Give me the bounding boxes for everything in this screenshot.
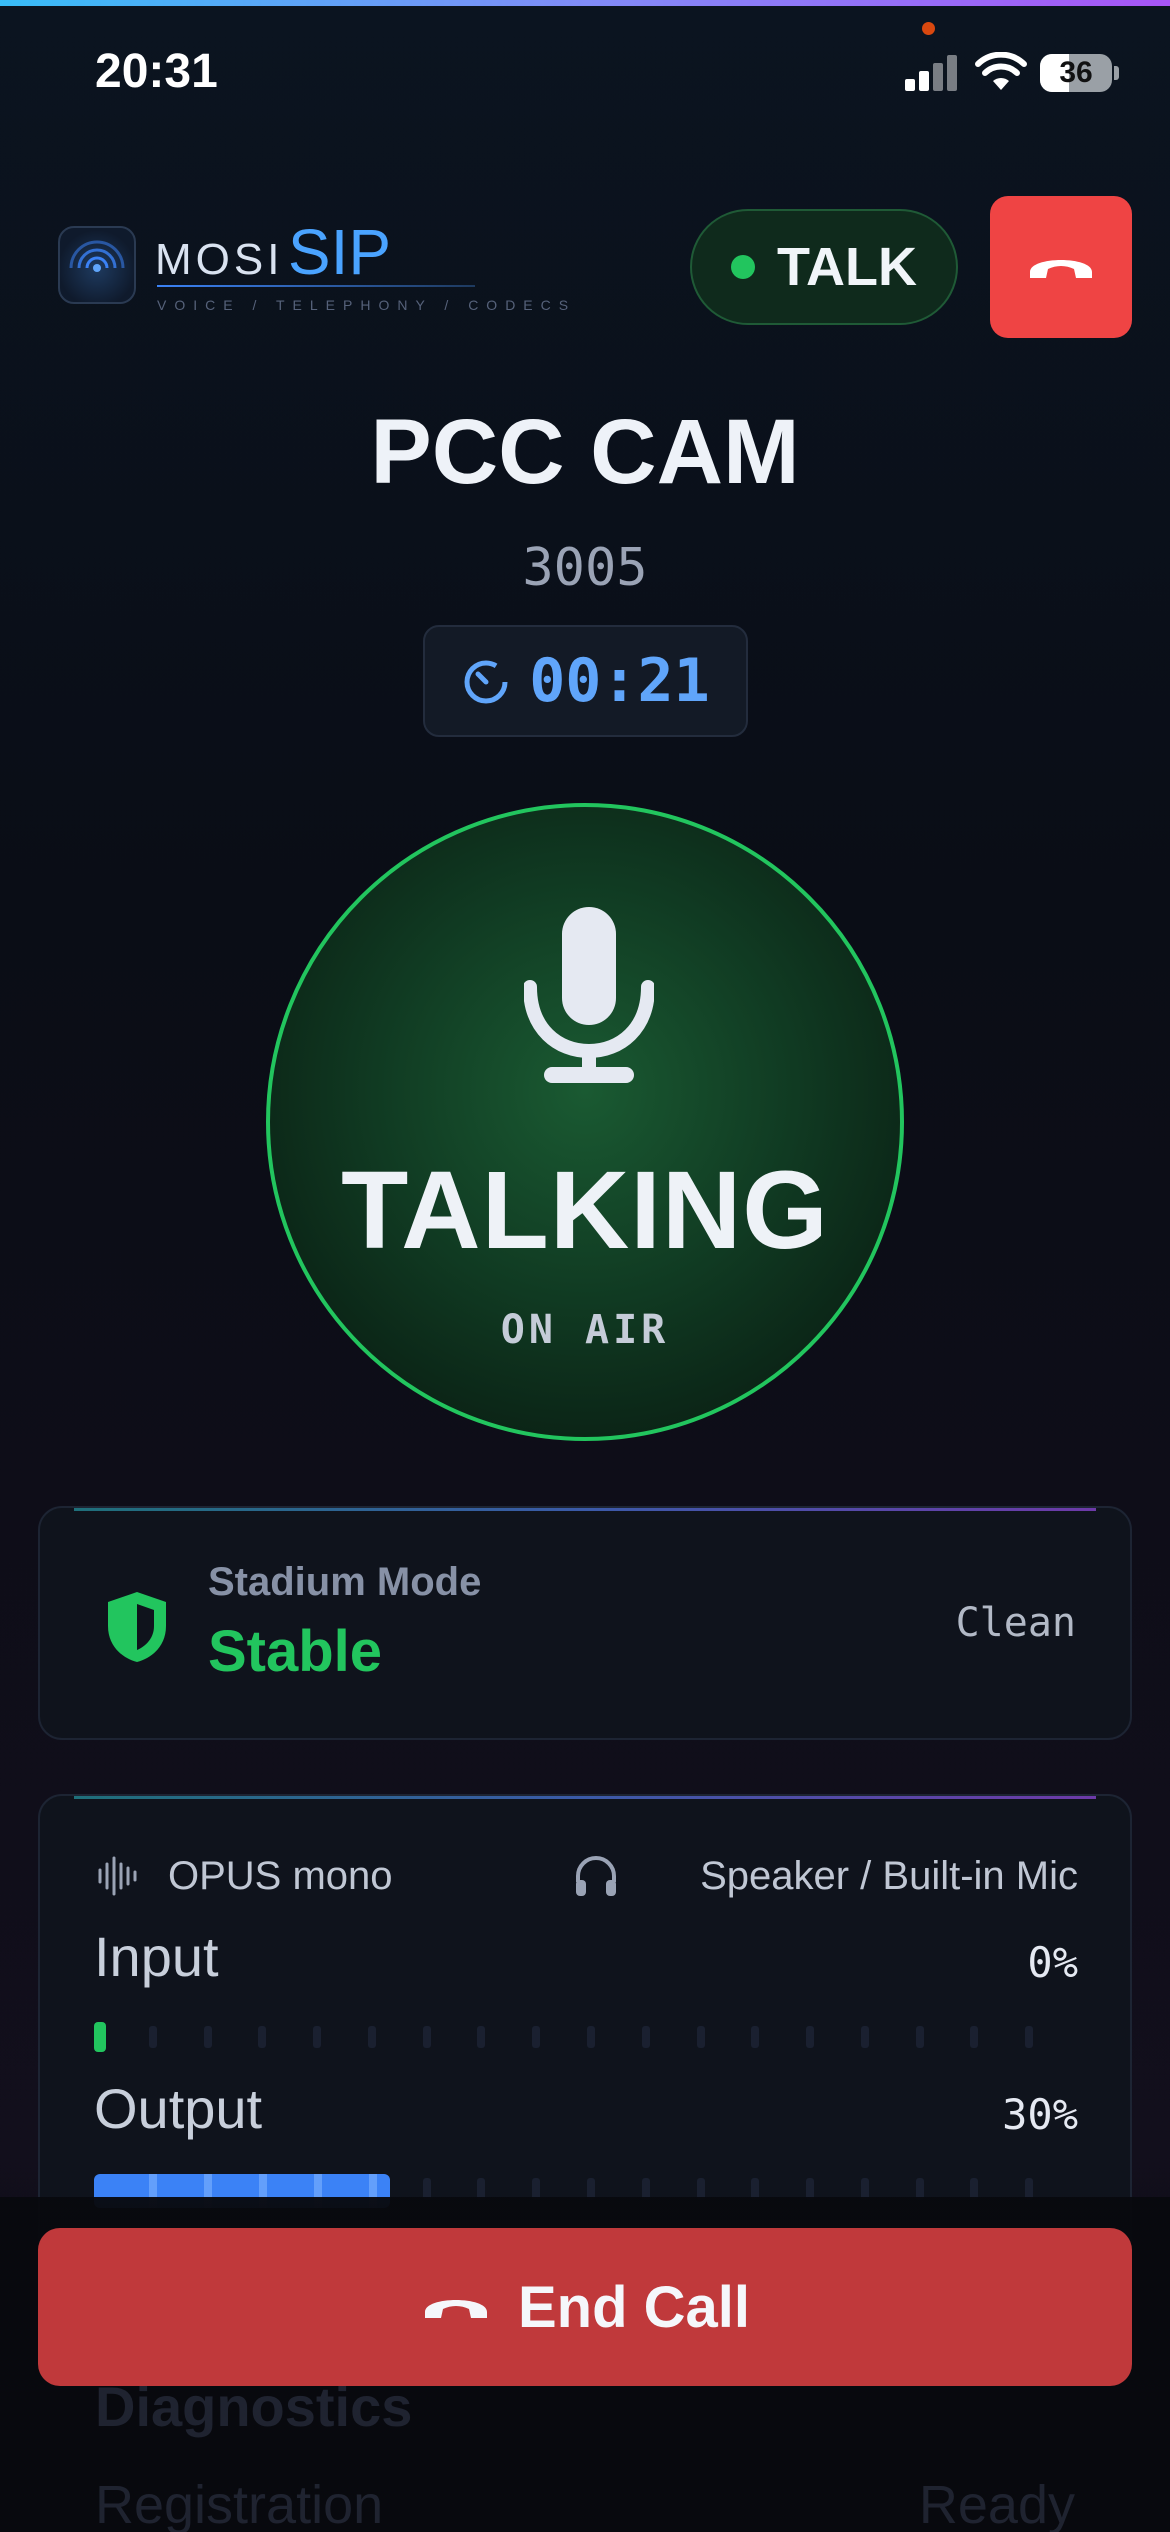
microphone-icon: [524, 907, 654, 1083]
diagnostics-row-value: Ready: [918, 2475, 1075, 2532]
brand-name: MOSI SIP: [155, 215, 392, 288]
brand-tagline: VOICE / TELEPHONY / CODECS: [157, 297, 577, 313]
meter-tick: [1025, 2026, 1034, 2048]
wifi-icon: [975, 52, 1027, 90]
diagnostics-row-label: Registration: [95, 2475, 384, 2532]
meter-tick: [915, 2026, 924, 2048]
meter-tick: [203, 2026, 212, 2048]
brand-underline: [157, 285, 475, 287]
app-logo: [58, 226, 136, 304]
brand-mosi: MOSI: [155, 235, 284, 284]
status-time: 20:31: [95, 45, 218, 98]
talk-state-sub: ON AIR: [500, 1307, 670, 1353]
meter-tick: [367, 2026, 376, 2048]
output-meter-label: Output: [94, 2077, 263, 2140]
talk-state-label: TALKING: [341, 1149, 829, 1272]
call-timer-text: 00:21: [529, 646, 710, 716]
meter-tick: [696, 2026, 705, 2048]
meter-tick: [477, 2026, 486, 2048]
talk-status-dot: [731, 255, 756, 279]
headphones-icon: [576, 1856, 616, 1896]
input-level-fill: [94, 2022, 106, 2052]
end-call-button[interactable]: End Call: [38, 2228, 1132, 2386]
signal-icon: [905, 55, 959, 91]
push-to-talk-button[interactable]: TALKING ON AIR: [266, 803, 904, 1441]
mic-indicator-dot: [922, 22, 935, 35]
meter-tick: [148, 2026, 157, 2048]
radar-logo-icon: [69, 240, 125, 272]
meter-tick: [641, 2026, 650, 2048]
meter-tick: [313, 2026, 322, 2048]
audio-device-label: Speaker / Built-in Mic: [700, 1854, 1078, 1898]
battery-tip: [1114, 66, 1119, 80]
waveform-icon: [98, 1856, 137, 1896]
meter-tick: [258, 2026, 267, 2048]
stadium-quality: Clean: [955, 1600, 1076, 1646]
input-meter-label: Input: [94, 1925, 219, 1988]
timer-icon: [464, 660, 508, 704]
meter-tick: [422, 2026, 431, 2048]
codec-label: OPUS mono: [168, 1854, 393, 1898]
top-accent-line: [0, 0, 1170, 6]
input-level-meter: [94, 2022, 1080, 2052]
end-call-label: End Call: [517, 2274, 751, 2340]
meter-tick: [532, 2026, 541, 2048]
stadium-mode-card: Stadium Mode Stable Clean: [38, 1506, 1132, 1740]
brand-sip: SIP: [287, 216, 392, 288]
output-meter-value: 30%: [1002, 2090, 1078, 2139]
battery-icon: 36: [1040, 54, 1112, 92]
input-meter-value: 0%: [1027, 1938, 1078, 1987]
stadium-mode-value: Stable: [208, 1619, 383, 1684]
call-timer: 00:21: [423, 625, 748, 737]
phone-hangup-icon: [1030, 260, 1092, 278]
meter-tick: [860, 2026, 869, 2048]
meter-tick: [806, 2026, 815, 2048]
battery-level: 36: [1059, 56, 1093, 89]
meter-tick: [970, 2026, 979, 2048]
talk-status-label: TALK: [777, 237, 917, 297]
caller-name: PCC CAM: [370, 401, 800, 503]
hangup-button[interactable]: [990, 196, 1132, 338]
talk-status-badge: TALK: [690, 209, 958, 325]
stadium-mode-title: Stadium Mode: [208, 1560, 482, 1604]
meter-tick: [751, 2026, 760, 2048]
caller-extension: 3005: [522, 538, 648, 598]
meter-tick: [587, 2026, 595, 2048]
shield-icon: [108, 1592, 166, 1662]
phone-hangup-icon: [424, 2300, 487, 2318]
